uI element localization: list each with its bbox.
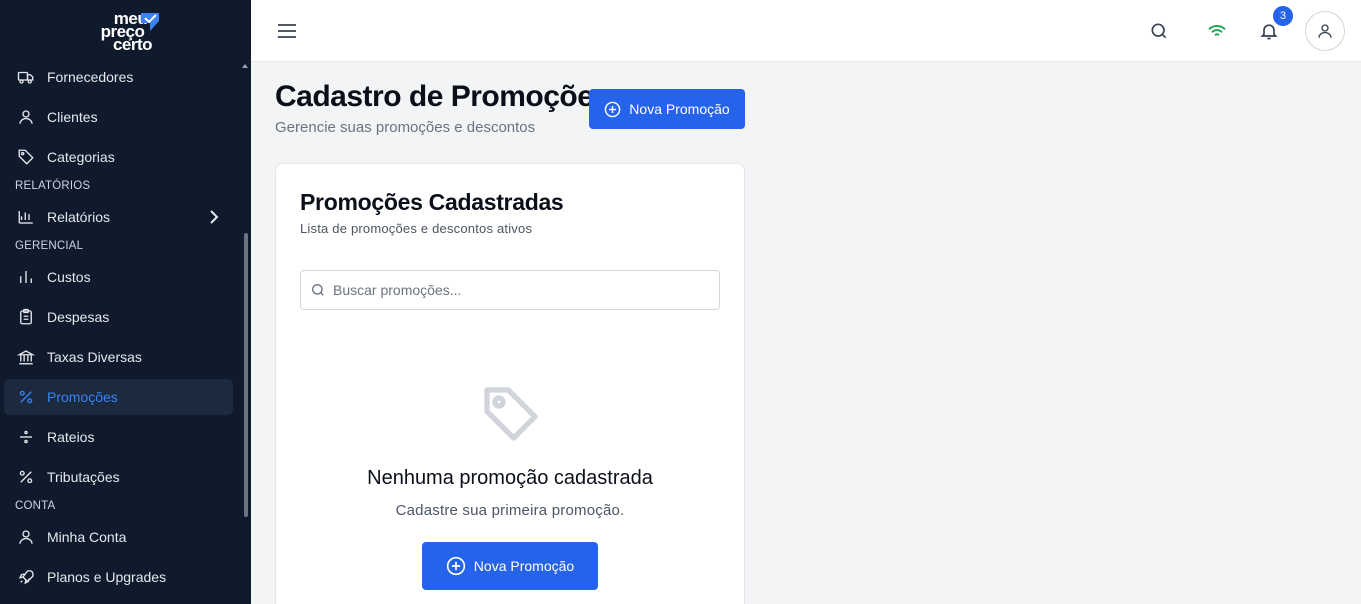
avatar[interactable] — [1305, 11, 1345, 51]
tag-icon — [484, 387, 538, 441]
button-label: Nova Promoção — [473, 558, 575, 574]
empty-new-promotion-button[interactable]: Nova Promoção — [422, 542, 598, 590]
search-input[interactable] — [333, 271, 713, 309]
sidebar-item-tributacoes[interactable]: Tributações — [4, 459, 233, 495]
scroll-up-arrow[interactable] — [242, 64, 248, 68]
page-subtitle: Gerencie suas promoções e descontos — [275, 119, 536, 136]
card-subtitle: Lista de promoções e descontos ativos — [300, 221, 533, 236]
notification-badge: 3 — [1273, 6, 1293, 26]
wifi-icon — [1205, 19, 1229, 43]
sidebar-item-label: Despesas — [47, 309, 110, 325]
section-relatorios: RELATÓRIOS — [15, 180, 91, 192]
bar-chart-icon — [15, 206, 37, 228]
button-label: Nova Promoção — [629, 101, 730, 117]
sidebar-item-label: Planos e Upgrades — [47, 569, 167, 585]
promotions-card: Promoções Cadastradas Lista de promoções… — [275, 163, 745, 604]
plus-circle-icon — [446, 556, 466, 576]
sidebar-item-custos[interactable]: Custos — [4, 259, 233, 295]
tag-icon — [15, 146, 37, 168]
user-icon — [15, 526, 37, 548]
divide-icon — [15, 426, 37, 448]
sidebar-item-promocoes[interactable]: Promoções — [4, 379, 233, 415]
search-icon — [312, 284, 324, 296]
card-title: Promoções Cadastradas — [300, 189, 564, 215]
user-icon — [15, 106, 37, 128]
sidebar-item-label: Taxas Diversas — [47, 349, 142, 365]
section-conta: CONTA — [15, 500, 56, 512]
brand-check-icon — [141, 13, 159, 31]
new-promotion-button[interactable]: Nova Promoção — [589, 89, 745, 129]
empty-state-subtitle: Cadastre sua primeira promoção. — [395, 502, 625, 519]
percent-icon — [15, 386, 37, 408]
sidebar-item-label: Fornecedores — [47, 69, 134, 85]
search-box — [300, 270, 720, 310]
rocket-icon — [15, 566, 37, 588]
truck-icon — [15, 66, 37, 88]
sidebar-item-label: Relatórios — [47, 209, 111, 225]
bank-icon — [15, 346, 37, 368]
top-header: 3 — [251, 0, 1361, 62]
menu-icon[interactable] — [277, 21, 297, 41]
sidebar-item-fornecedores[interactable]: Fornecedores — [4, 59, 233, 95]
sidebar-item-label: Minha Conta — [47, 529, 127, 545]
brand-logo[interactable]: meu preço certo — [0, 0, 251, 62]
sidebar-scrollbar[interactable] — [244, 233, 248, 517]
sidebar-item-label: Clientes — [47, 109, 98, 125]
sidebar-item-rateios[interactable]: Rateios — [4, 419, 233, 455]
sidebar-item-categorias[interactable]: Categorias — [4, 139, 233, 175]
sidebar-item-taxas-diversas[interactable]: Taxas Diversas — [4, 339, 233, 375]
chart-icon — [15, 266, 37, 288]
page-title: Cadastro de Promoções — [275, 80, 610, 113]
section-gerencial: GERENCIAL — [15, 240, 84, 252]
chevron-right-icon — [210, 210, 219, 224]
sidebar-item-label: Rateios — [47, 429, 95, 445]
search-icon[interactable] — [1147, 19, 1171, 43]
sidebar-item-minha-conta[interactable]: Minha Conta — [4, 519, 233, 555]
clipboard-icon — [15, 306, 37, 328]
sidebar: meu preço certo Fornecedores Clientes Ca… — [0, 0, 251, 604]
empty-state-title: Nenhuma promoção cadastrada — [367, 467, 653, 489]
sidebar-item-despesas[interactable]: Despesas — [4, 299, 233, 335]
sidebar-item-label: Categorias — [47, 149, 115, 165]
sidebar-item-planos-upgrades[interactable]: Planos e Upgrades — [4, 559, 233, 595]
user-icon — [1318, 24, 1332, 38]
sidebar-item-relatorios[interactable]: Relatórios — [4, 199, 233, 235]
sidebar-item-label: Custos — [47, 269, 91, 285]
sidebar-item-label: Tributações — [47, 469, 120, 485]
sidebar-item-label: Promoções — [47, 389, 118, 405]
plus-circle-icon — [604, 101, 621, 118]
sidebar-item-clientes[interactable]: Clientes — [4, 99, 233, 135]
percent-icon — [15, 466, 37, 488]
